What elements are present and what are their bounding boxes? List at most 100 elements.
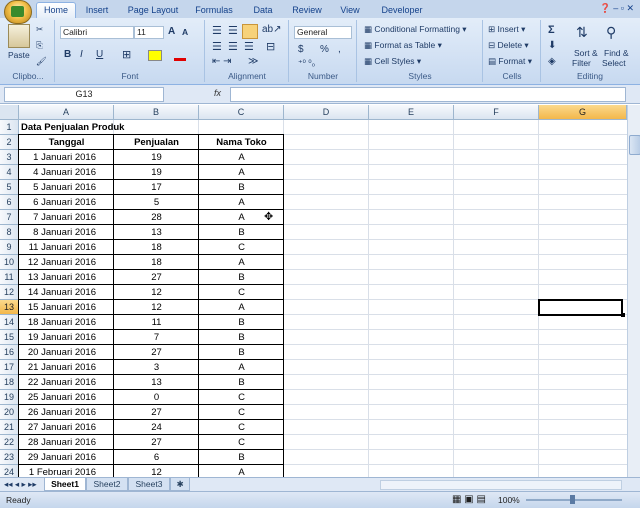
row-header[interactable]: 9 — [0, 240, 19, 255]
data-cell[interactable]: 4 Januari 2016 — [19, 165, 114, 180]
data-cell[interactable]: 22 Januari 2016 — [19, 375, 114, 390]
tab-sheet1[interactable]: Sheet1 — [44, 478, 86, 491]
data-cell[interactable]: C — [199, 420, 284, 435]
align-middle-icon[interactable]: ☰ — [228, 24, 238, 37]
sheet-nav-icons[interactable]: ◂◂ ◂ ▸ ▸▸ — [4, 478, 37, 490]
wrap-icon[interactable]: ≫ — [248, 56, 258, 67]
data-cell[interactable]: 12 — [114, 465, 199, 477]
data-cell[interactable]: 27 — [114, 405, 199, 420]
data-cell[interactable]: A — [199, 300, 284, 315]
data-cell[interactable]: A — [199, 150, 284, 165]
merge-center-icon[interactable]: ⊟ — [266, 40, 275, 53]
header-cell[interactable]: Nama Toko — [199, 135, 284, 150]
help-controls[interactable]: ❓ ‒ ▫ ✕ — [600, 3, 634, 14]
formula-input[interactable] — [230, 87, 626, 102]
number-format-select[interactable]: General — [294, 26, 352, 39]
copy-icon[interactable]: ⎘ — [36, 40, 43, 51]
align-left-icon[interactable]: ☰ — [212, 40, 222, 53]
row-header[interactable]: 1 — [0, 120, 19, 135]
data-cell[interactable]: 25 Januari 2016 — [19, 390, 114, 405]
sheet-title-cell[interactable]: Data Penjualan Produk — [21, 120, 201, 135]
fill-color-icon[interactable] — [148, 50, 162, 61]
data-cell[interactable]: A — [199, 465, 284, 477]
row-header[interactable]: 22 — [0, 435, 19, 450]
data-cell[interactable]: B — [199, 450, 284, 465]
data-cell[interactable]: 1 Januari 2016 — [19, 150, 114, 165]
data-cell[interactable]: 12 — [114, 300, 199, 315]
fill-handle[interactable] — [621, 313, 625, 317]
data-cell[interactable]: 21 Januari 2016 — [19, 360, 114, 375]
data-cell[interactable]: 15 Januari 2016 — [19, 300, 114, 315]
tab-formulas[interactable]: Formulas — [192, 3, 236, 17]
shrink-font-button[interactable]: A — [182, 27, 188, 37]
data-cell[interactable]: 0 — [114, 390, 199, 405]
tab-insert[interactable]: Insert — [80, 3, 114, 17]
selected-cell-g13[interactable] — [538, 299, 623, 316]
autosum-button[interactable]: Σ — [548, 24, 555, 36]
data-cell[interactable]: 29 Januari 2016 — [19, 450, 114, 465]
data-cell[interactable]: 5 — [114, 195, 199, 210]
row-header[interactable]: 12 — [0, 285, 19, 300]
font-size-select[interactable]: 11 — [134, 26, 164, 39]
row-header[interactable]: 21 — [0, 420, 19, 435]
row-header[interactable]: 20 — [0, 405, 19, 420]
row-header[interactable]: 19 — [0, 390, 19, 405]
row-header[interactable]: 23 — [0, 450, 19, 465]
data-cell[interactable]: 20 Januari 2016 — [19, 345, 114, 360]
bold-button[interactable]: B — [64, 49, 71, 60]
currency-button[interactable]: $ — [298, 44, 304, 55]
tab-home[interactable]: Home — [36, 2, 76, 19]
row-header[interactable]: 5 — [0, 180, 19, 195]
data-cell[interactable]: 11 Januari 2016 — [19, 240, 114, 255]
percent-button[interactable]: % — [320, 44, 329, 55]
align-top-icon[interactable]: ☰ — [212, 24, 222, 37]
data-cell[interactable]: 18 — [114, 240, 199, 255]
data-cell[interactable]: 5 Januari 2016 — [19, 180, 114, 195]
fx-icon[interactable]: fx — [214, 88, 221, 98]
underline-button[interactable]: U — [96, 49, 103, 60]
data-cell[interactable]: C — [199, 390, 284, 405]
row-header[interactable]: 10 — [0, 255, 19, 270]
data-cell[interactable]: 12 Januari 2016 — [19, 255, 114, 270]
find-select-button[interactable]: Find & — [604, 48, 629, 58]
row-header[interactable]: 15 — [0, 330, 19, 345]
zoom-slider-thumb[interactable] — [570, 495, 575, 504]
row-header[interactable]: 6 — [0, 195, 19, 210]
cut-icon[interactable]: ✂ — [36, 24, 43, 35]
decimal-icons[interactable]: ⁺⁰ ⁰₀ — [298, 58, 315, 69]
fill-icon[interactable]: ⬇ — [548, 40, 556, 51]
header-cell[interactable]: Penjualan — [114, 135, 199, 150]
tab-page-layout[interactable]: Page Layout — [124, 3, 182, 17]
italic-button[interactable]: I — [80, 49, 83, 60]
data-cell[interactable]: B — [199, 225, 284, 240]
column-header-c[interactable]: C — [199, 105, 284, 120]
clear-icon[interactable]: ◈ — [548, 56, 556, 67]
data-cell[interactable]: 27 Januari 2016 — [19, 420, 114, 435]
column-header-b[interactable]: B — [114, 105, 199, 120]
sort-filter-button[interactable]: Sort & — [574, 48, 598, 58]
conditional-formatting-button[interactable]: ▦ Conditional Formatting ▾ — [364, 24, 467, 35]
row-header[interactable]: 17 — [0, 360, 19, 375]
vertical-scrollbar[interactable] — [627, 105, 640, 477]
data-cell[interactable]: A — [199, 195, 284, 210]
data-cell[interactable]: A — [199, 255, 284, 270]
tab-view[interactable]: View — [334, 3, 366, 17]
grow-font-button[interactable]: A — [168, 26, 175, 37]
data-cell[interactable]: 27 — [114, 435, 199, 450]
align-bottom-icon[interactable] — [242, 24, 258, 39]
align-center-icon[interactable]: ☰ — [228, 40, 238, 53]
row-header[interactable]: 16 — [0, 345, 19, 360]
data-cell[interactable]: 11 — [114, 315, 199, 330]
row-header[interactable]: 4 — [0, 165, 19, 180]
font-name-select[interactable]: Calibri — [60, 26, 134, 39]
data-cell[interactable]: 19 — [114, 165, 199, 180]
row-header[interactable]: 2 — [0, 135, 19, 150]
data-cell[interactable]: 19 Januari 2016 — [19, 330, 114, 345]
tab-sheet3[interactable]: Sheet3 — [128, 478, 170, 491]
borders-icon[interactable]: ⊞ — [122, 48, 131, 61]
data-cell[interactable]: 19 — [114, 150, 199, 165]
data-cell[interactable]: C — [199, 435, 284, 450]
name-box[interactable]: G13 — [4, 87, 164, 102]
tab-review[interactable]: Review — [288, 3, 326, 17]
data-cell[interactable]: B — [199, 345, 284, 360]
